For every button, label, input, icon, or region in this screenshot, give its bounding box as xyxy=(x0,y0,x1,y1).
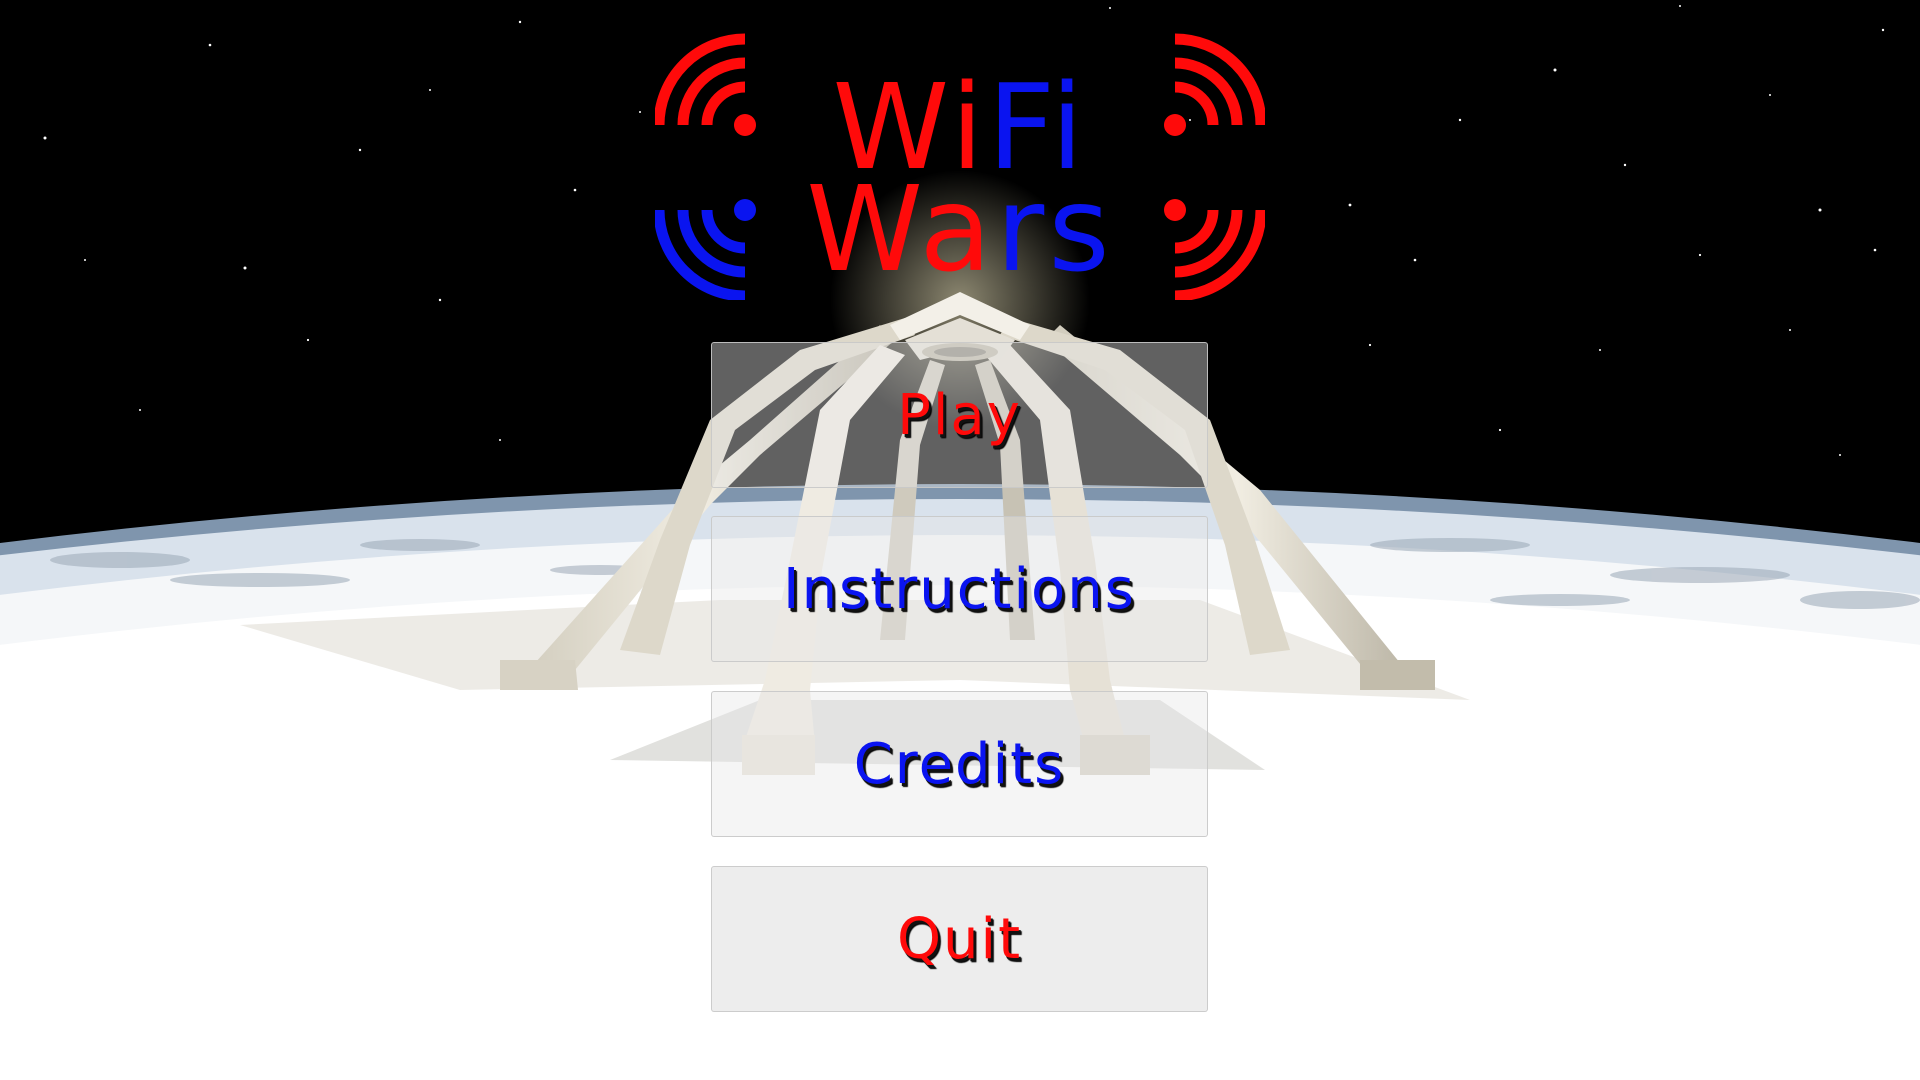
game-logo: WiFi Wars xyxy=(655,30,1265,300)
instructions-button[interactable]: Instructions xyxy=(711,516,1208,662)
game-scene: WiFi Wars Play Instructions Credits Quit xyxy=(0,0,1920,1080)
quit-button[interactable]: Quit xyxy=(711,866,1208,1012)
instructions-button-label: Instructions xyxy=(783,556,1136,622)
quit-button-label: Quit xyxy=(896,906,1023,972)
play-button[interactable]: Play xyxy=(711,342,1208,488)
logo-rs: rs xyxy=(995,160,1114,298)
logo-title-line2: Wars xyxy=(655,170,1265,288)
play-button-label: Play xyxy=(897,382,1022,448)
credits-button[interactable]: Credits xyxy=(711,691,1208,837)
credits-button-label: Credits xyxy=(853,731,1066,797)
logo-wa: Wa xyxy=(806,160,996,298)
